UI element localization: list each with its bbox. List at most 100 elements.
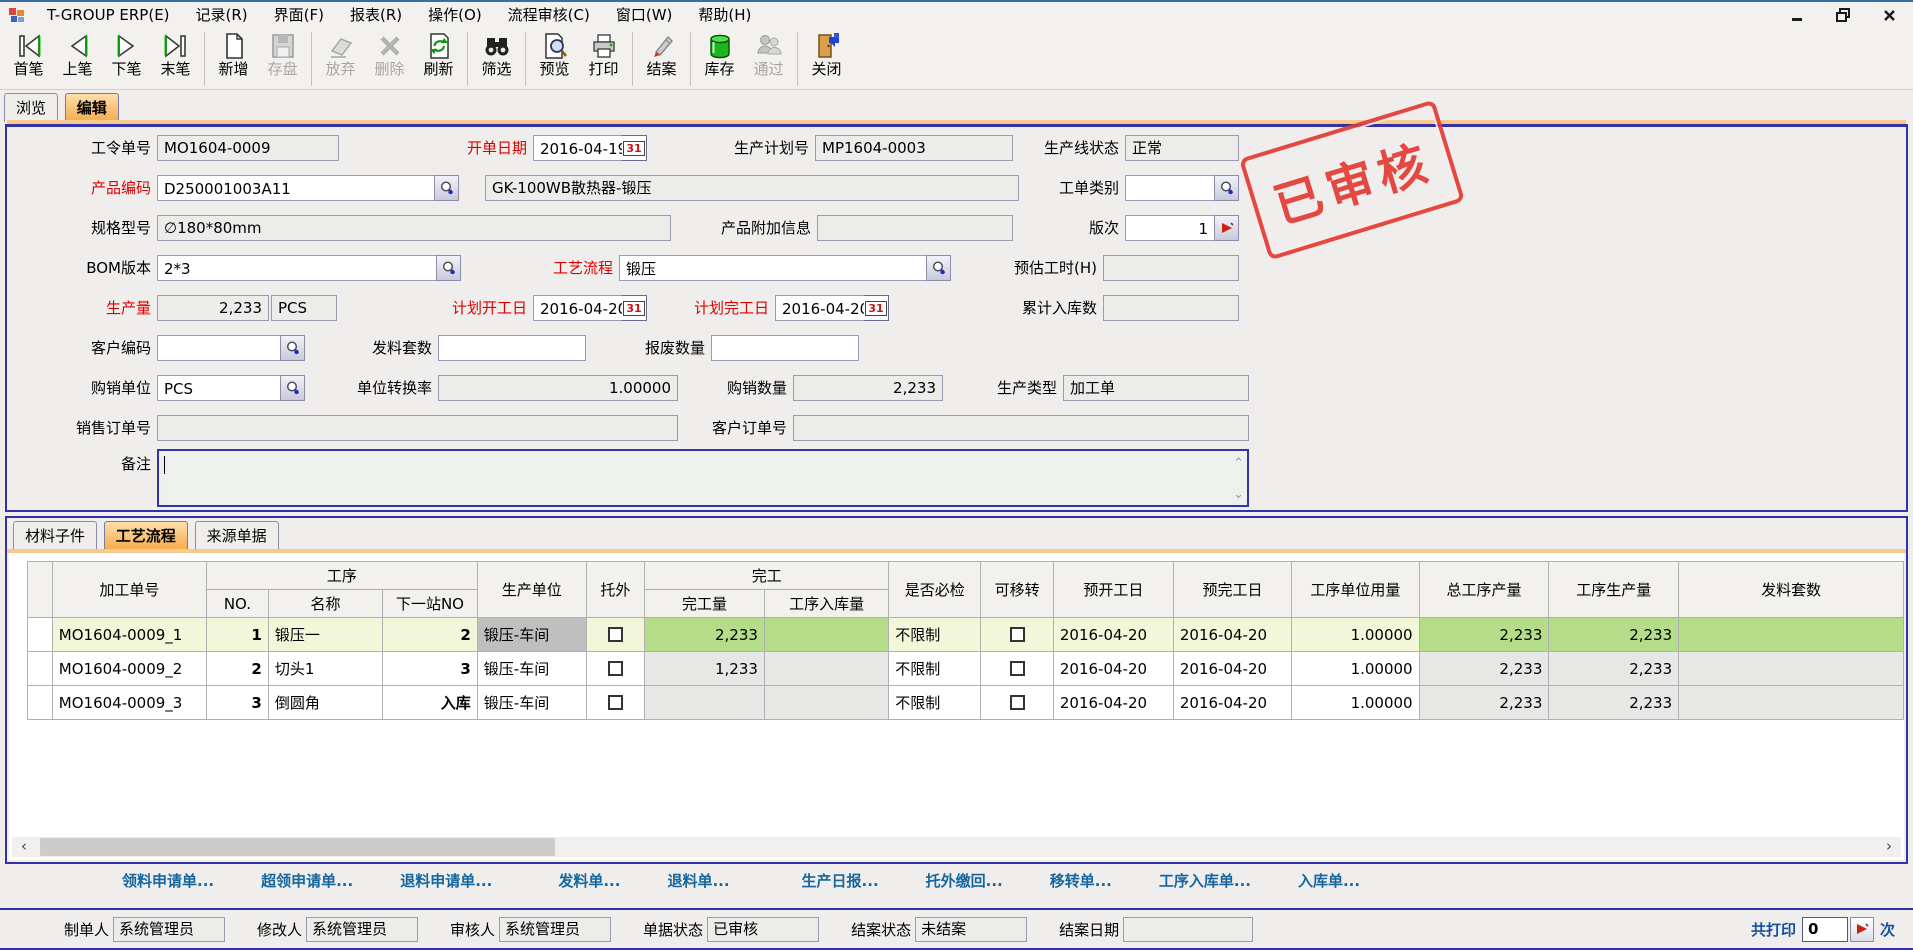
scroll-left-icon[interactable]: ‹ [14, 837, 34, 857]
prod-type-field[interactable]: 加工单 [1063, 375, 1249, 401]
line-status-field[interactable]: 正常 [1125, 135, 1239, 161]
col-unit[interactable]: 生产单位 [477, 562, 586, 618]
link-instock-doc[interactable]: 入库单... [1298, 870, 1360, 891]
row-indicator[interactable] [28, 652, 53, 686]
toolbar-refresh-button[interactable]: 刷新 [414, 30, 463, 78]
magnifier-icon[interactable] [434, 175, 459, 201]
link-outsource-return[interactable]: 托外缴回... [926, 870, 1003, 891]
sales-qty-field[interactable]: 2,233 [793, 375, 943, 401]
row-indicator[interactable] [28, 618, 53, 652]
col-pre-finish[interactable]: 预完工日 [1173, 562, 1291, 618]
product-name-field[interactable]: GK-100WB散热器-锻压 [485, 175, 1019, 201]
tab-edit[interactable]: 编辑 [65, 93, 119, 122]
transferable-checkbox[interactable] [1010, 627, 1025, 642]
version-field[interactable]: 1 [1125, 215, 1239, 241]
outsource-checkbox[interactable] [608, 661, 623, 676]
magnifier-icon[interactable] [926, 255, 951, 281]
scrollbar-thumb[interactable] [40, 838, 555, 856]
conversion-rate-field[interactable]: 1.00000 [438, 375, 678, 401]
link-return-request[interactable]: 退料申请单... [400, 870, 492, 891]
magnifier-icon[interactable] [280, 375, 305, 401]
bom-version-field[interactable]: 2*3 [157, 255, 461, 281]
customer-code-field[interactable] [157, 335, 305, 361]
tab-process-flow[interactable]: 工艺流程 [104, 521, 188, 550]
toolbar-prev-button[interactable]: 上笔 [53, 30, 102, 78]
row-indicator[interactable] [28, 686, 53, 720]
sales-unit-field[interactable]: PCS [157, 375, 305, 401]
tab-material-children[interactable]: 材料子件 [13, 521, 97, 550]
scrap-qty-field[interactable] [711, 335, 859, 361]
col-in-qty[interactable]: 工序入库量 [764, 590, 888, 618]
toolbar-save-button[interactable]: 存盘 [258, 30, 307, 78]
sales-order-no-field[interactable] [157, 415, 678, 441]
red-arrow-icon[interactable] [1850, 917, 1874, 942]
plan-finish-field[interactable]: 2016-04-20 31 [775, 295, 889, 321]
col-pre-start[interactable]: 预开工日 [1053, 562, 1173, 618]
col-unit-usage[interactable]: 工序单位用量 [1292, 562, 1420, 618]
est-hours-field[interactable] [1103, 255, 1239, 281]
print-count-field[interactable]: 0 [1802, 917, 1848, 942]
toolbar-first-button[interactable]: 首笔 [4, 30, 53, 78]
qty-unit-field[interactable]: PCS [271, 295, 337, 321]
transferable-checkbox[interactable] [1010, 661, 1025, 676]
minimize-icon[interactable] [1789, 7, 1805, 23]
toolbar-discard-button[interactable]: 放弃 [316, 30, 365, 78]
magnifier-icon[interactable] [280, 335, 305, 361]
calendar-31-icon[interactable]: 31 [622, 295, 647, 321]
issue-sets-field[interactable] [438, 335, 586, 361]
col-outsource[interactable]: 托外 [586, 562, 644, 618]
toolbar-filter-button[interactable]: 筛选 [472, 30, 521, 78]
work-order-no-field[interactable]: MO1604-0009 [157, 135, 339, 161]
transferable-checkbox[interactable] [1010, 695, 1025, 710]
plan-no-field[interactable]: MP1604-0003 [815, 135, 1013, 161]
toolbar-close-case-button[interactable]: 结案 [637, 30, 686, 78]
toolbar-inventory-button[interactable]: 库存 [695, 30, 744, 78]
product-code-field[interactable]: D250001003A11 [157, 175, 459, 201]
toolbar-preview-button[interactable]: 预览 [530, 30, 579, 78]
open-date-field[interactable]: 2016-04-19 31 [533, 135, 647, 161]
menu-window[interactable]: 窗口(W) [603, 3, 686, 27]
table-row[interactable]: MO1604-0009_1 1 锻压一 2 锻压-车间 2,233 不限制 20… [28, 618, 1904, 652]
link-return-doc[interactable]: 退料单... [667, 870, 729, 891]
restore-icon[interactable] [1835, 7, 1851, 23]
table-row[interactable]: MO1604-0009_2 2 切头1 3 锻压-车间 1,233 不限制 20… [28, 652, 1904, 686]
toolbar-last-button[interactable]: 末笔 [151, 30, 200, 78]
calendar-31-icon[interactable]: 31 [622, 135, 647, 161]
product-extra-field[interactable] [817, 215, 1013, 241]
toolbar-approve-button[interactable]: 通过 [744, 30, 793, 78]
col-name[interactable]: 名称 [268, 590, 382, 618]
calendar-31-icon[interactable]: 31 [864, 295, 889, 321]
link-process-instock[interactable]: 工序入库单... [1159, 870, 1251, 891]
spec-field[interactable]: ∅180*80mm [157, 215, 671, 241]
col-order-no[interactable]: 加工单号 [52, 562, 206, 618]
outsource-checkbox[interactable] [608, 627, 623, 642]
col-must-check[interactable]: 是否必检 [889, 562, 981, 618]
toolbar-print-button[interactable]: 打印 [579, 30, 628, 78]
menu-operation[interactable]: 操作(O) [415, 3, 495, 27]
col-done-qty[interactable]: 完工量 [645, 590, 765, 618]
link-daily-report[interactable]: 生产日报... [802, 870, 879, 891]
col-no[interactable]: NO. [207, 590, 269, 618]
plan-start-field[interactable]: 2016-04-20 31 [533, 295, 647, 321]
menu-workflow-audit[interactable]: 流程审核(C) [495, 3, 603, 27]
outsource-checkbox[interactable] [608, 695, 623, 710]
scroll-down-icon[interactable]: ⌄ [1233, 488, 1244, 501]
col-transferable[interactable]: 可移转 [981, 562, 1054, 618]
qty-field[interactable]: 2,233 [157, 295, 269, 321]
link-issue-doc[interactable]: 发料单... [558, 870, 620, 891]
close-icon[interactable] [1881, 7, 1897, 23]
horizontal-scrollbar[interactable]: ‹ › [12, 837, 1901, 857]
menu-interface[interactable]: 界面(F) [261, 3, 337, 27]
col-group-done[interactable]: 完工 [645, 562, 889, 590]
toolbar-new-button[interactable]: 新增 [209, 30, 258, 78]
red-arrow-icon[interactable] [1214, 215, 1239, 241]
col-process-output[interactable]: 工序生产量 [1549, 562, 1679, 618]
process-flow-field[interactable]: 锻压 [619, 255, 951, 281]
scroll-up-icon[interactable]: ⌃ [1233, 457, 1244, 470]
tab-browse[interactable]: 浏览 [4, 93, 58, 122]
col-group-process[interactable]: 工序 [207, 562, 478, 590]
toolbar-exit-button[interactable]: 关闭 [802, 30, 851, 78]
menu-record[interactable]: 记录(R) [183, 3, 261, 27]
order-category-field[interactable] [1125, 175, 1239, 201]
tab-source-documents[interactable]: 来源单据 [195, 521, 279, 550]
